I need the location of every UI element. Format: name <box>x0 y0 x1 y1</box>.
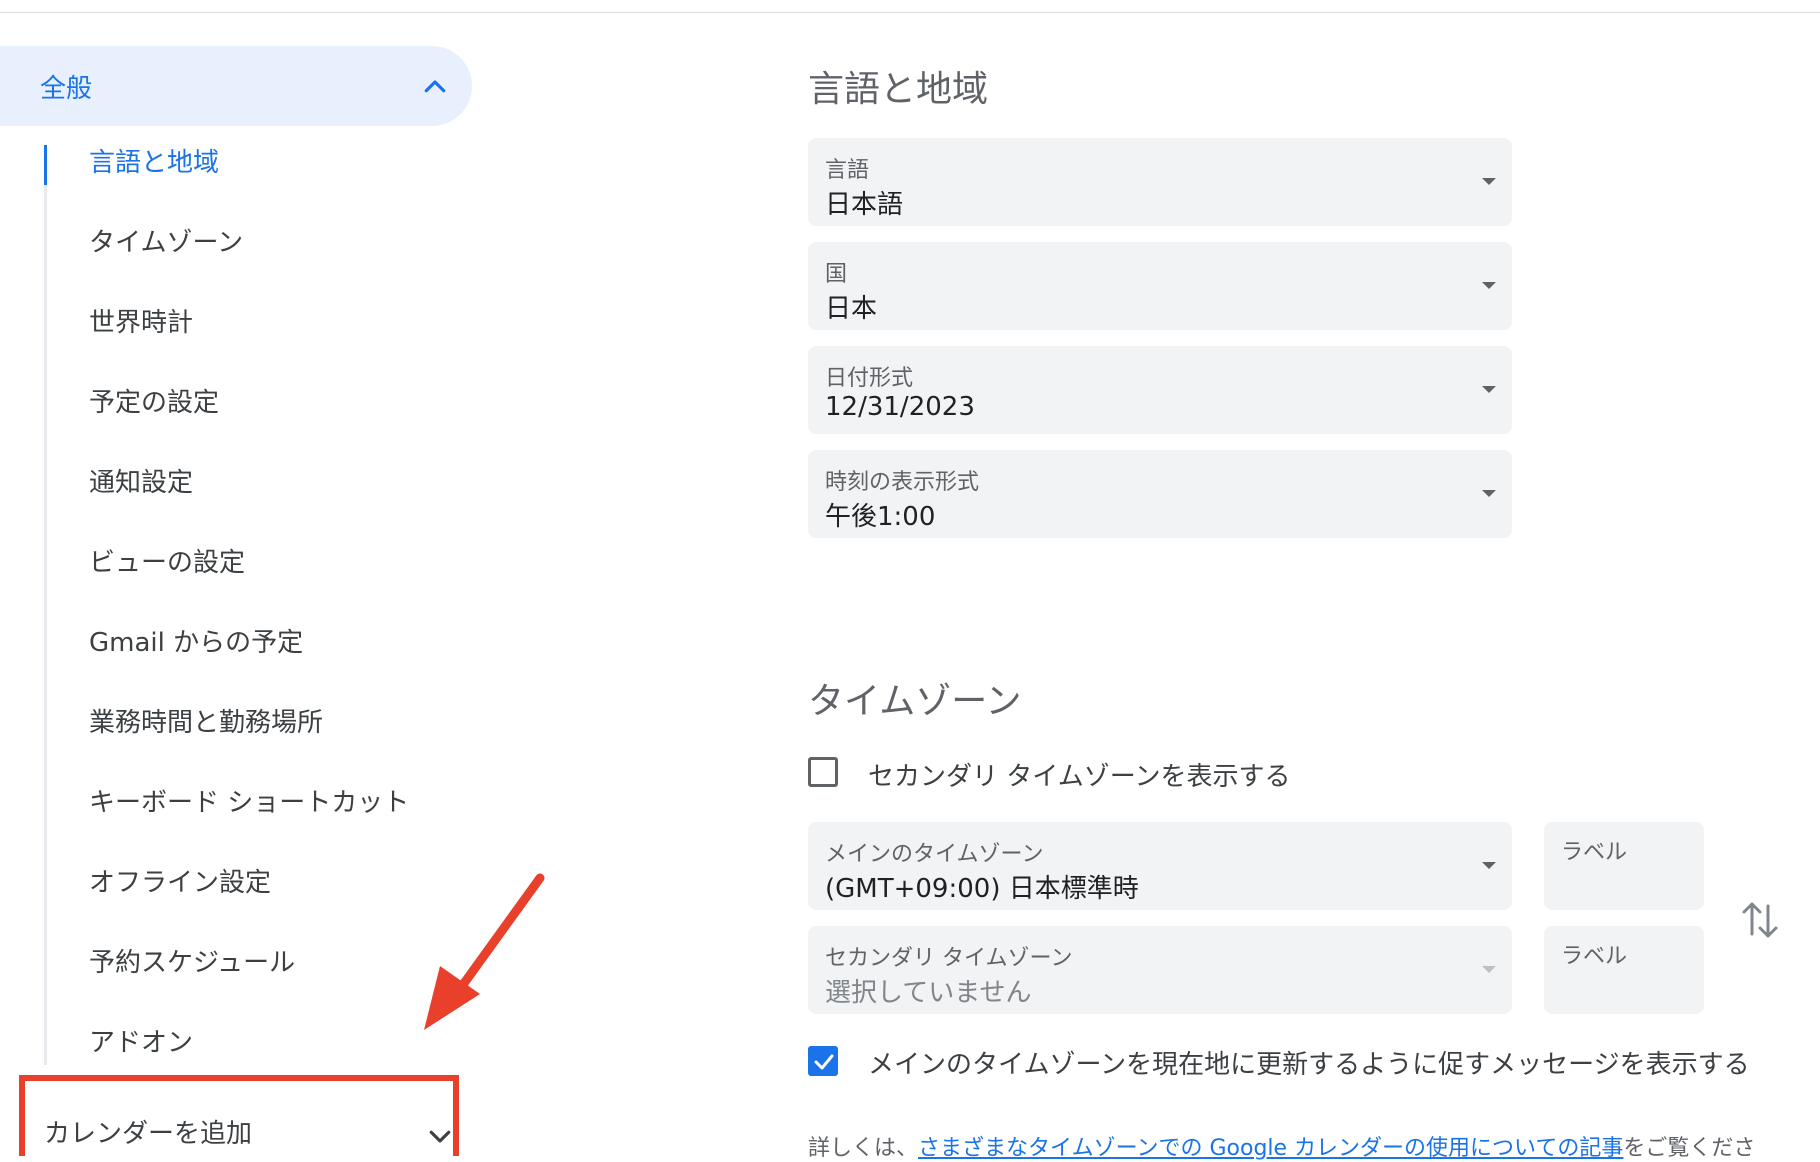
red-arrow-annotation <box>424 873 545 1030</box>
date-format-value: 12/31/2023 <box>825 392 975 422</box>
subnav-active-indicator <box>44 145 47 185</box>
language-value: 日本語 <box>825 190 904 220</box>
primary-timezone-label: メインのタイムゾーン <box>825 842 1044 867</box>
secondary-timezone-label: セカンダリ タイムゾーン <box>825 946 1073 971</box>
nav-general-label: 全般 <box>40 74 93 104</box>
language-select[interactable]: 言語 日本語 <box>808 138 1512 226</box>
time-format-label: 時刻の表示形式 <box>825 470 980 495</box>
chevron-down-icon <box>429 1130 451 1143</box>
time-format-value: 午後1:00 <box>825 502 936 532</box>
nav-general[interactable]: 全般 <box>0 46 472 126</box>
primary-timezone-select[interactable]: メインのタイムゾーン (GMT+09:00) 日本標準時 <box>808 822 1512 910</box>
date-format-label: 日付形式 <box>825 366 914 391</box>
timezone-article-link[interactable]: さまざまなタイムゾーンでの Google カレンダーの使用についての記事 <box>918 1136 1623 1161</box>
prompt-update-timezone-label: メインのタイムゾーンを現在地に更新するように促すメッセージを表示する <box>868 1050 1750 1080</box>
dropdown-arrow-icon <box>1482 862 1496 869</box>
section-title-language-region: 言語と地域 <box>808 69 989 110</box>
info-prefix: 詳しくは、 <box>808 1136 919 1161</box>
sidebar-item-offline[interactable]: オフライン設定 <box>89 866 271 900</box>
prompt-update-timezone-checkbox[interactable] <box>808 1046 838 1076</box>
sidebar-item-event-settings[interactable]: 予定の設定 <box>89 386 219 420</box>
language-label: 言語 <box>825 158 870 183</box>
sidebar-item-add-ons[interactable]: アドオン <box>89 1026 193 1060</box>
country-label: 国 <box>825 262 848 287</box>
secondary-timezone-label-input[interactable]: ラベル <box>1544 926 1704 1014</box>
dropdown-arrow-icon <box>1482 966 1496 973</box>
dropdown-arrow-icon <box>1482 386 1496 393</box>
sidebar-item-keyboard-shortcuts[interactable]: キーボード ショートカット <box>89 786 409 820</box>
checkmark-icon <box>814 1054 834 1070</box>
secondary-timezone-checkbox[interactable] <box>808 757 838 787</box>
primary-timezone-value: (GMT+09:00) 日本標準時 <box>825 874 1139 904</box>
sidebar-item-timezone[interactable]: タイムゾーン <box>89 226 243 260</box>
dropdown-arrow-icon <box>1482 282 1496 289</box>
sidebar-item-notification-settings[interactable]: 通知設定 <box>89 466 193 500</box>
top-divider <box>0 12 1820 13</box>
info-suffix: をご覧くださ <box>1623 1136 1756 1161</box>
sidebar-item-view-settings[interactable]: ビューの設定 <box>89 546 245 580</box>
subnav-rail <box>44 145 47 1065</box>
country-value: 日本 <box>825 294 878 324</box>
section-title-timezone: タイムゾーン <box>808 681 1022 722</box>
dropdown-arrow-icon <box>1482 490 1496 497</box>
primary-label-placeholder: ラベル <box>1561 840 1628 865</box>
add-calendar-button[interactable]: カレンダーを追加 <box>19 1075 459 1156</box>
date-format-select[interactable]: 日付形式 12/31/2023 <box>808 346 1512 434</box>
country-select[interactable]: 国 日本 <box>808 242 1512 330</box>
sidebar-item-language-region[interactable]: 言語と地域 <box>89 146 219 180</box>
add-calendar-label: カレンダーを追加 <box>44 1119 253 1149</box>
secondary-timezone-select[interactable]: セカンダリ タイムゾーン 選択していません <box>808 926 1512 1014</box>
timezone-info-text: 詳しくは、さまざまなタイムゾーンでの Google カレンダーの使用についての記… <box>808 1130 1755 1162</box>
chevron-up-icon <box>424 80 446 93</box>
dropdown-arrow-icon <box>1482 178 1496 185</box>
secondary-timezone-value: 選択していません <box>825 978 1032 1008</box>
secondary-timezone-checkbox-label: セカンダリ タイムゾーンを表示する <box>868 762 1291 792</box>
sidebar-item-events-from-gmail[interactable]: Gmail からの予定 <box>89 626 303 660</box>
swap-vertical-icon[interactable] <box>1740 896 1780 944</box>
sidebar-item-working-hours[interactable]: 業務時間と勤務場所 <box>89 706 323 740</box>
time-format-select[interactable]: 時刻の表示形式 午後1:00 <box>808 450 1512 538</box>
sidebar-item-appointment-schedules[interactable]: 予約スケジュール <box>89 946 295 980</box>
primary-timezone-label-input[interactable]: ラベル <box>1544 822 1704 910</box>
secondary-label-placeholder: ラベル <box>1561 944 1628 969</box>
sidebar-item-world-clock[interactable]: 世界時計 <box>89 306 193 340</box>
